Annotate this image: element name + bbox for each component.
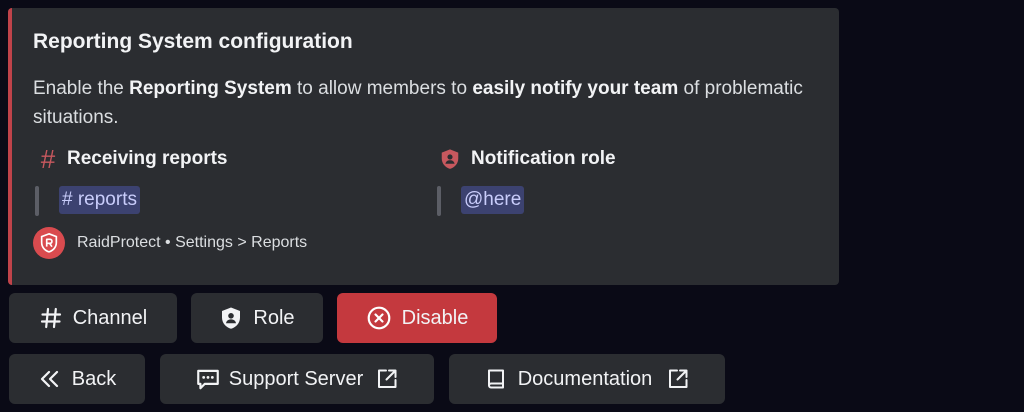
book-icon [487, 369, 504, 389]
hash-icon [40, 307, 61, 329]
channel-button[interactable]: Channel [9, 293, 177, 343]
shield-user-icon [441, 149, 459, 169]
quote-bar [35, 186, 39, 216]
external-link-icon [378, 369, 397, 388]
embed-card: Reporting System configuration Enable th… [8, 8, 839, 285]
message-icon [196, 369, 219, 390]
embed-accent-bar [8, 8, 12, 285]
field-value: @here [437, 186, 616, 216]
field-receiving-reports: # Receiving reports # reports [35, 146, 228, 216]
description-text: Enable the [33, 78, 130, 99]
shield-r-icon [40, 232, 58, 253]
documentation-button[interactable]: Documentation [449, 354, 725, 404]
button-label: Role [253, 306, 295, 329]
button-label: Disable [401, 306, 469, 329]
embed-footer: RaidProtect • Settings > Reports [33, 227, 307, 259]
hash-icon: # [40, 144, 56, 174]
field-notification-role: Notification role @here [437, 146, 616, 216]
footer-text: RaidProtect • Settings > Reports [77, 234, 308, 251]
description-text: to allow members to [291, 78, 473, 99]
chevrons-left-icon [40, 370, 58, 388]
back-button[interactable]: Back [9, 354, 145, 404]
field-name: Notification role [471, 148, 616, 169]
field-name-row: # Receiving reports [35, 146, 228, 172]
circle-x-icon [367, 306, 391, 330]
shield-user-icon [222, 307, 241, 329]
button-label: Channel [72, 306, 148, 329]
quote-bar [437, 186, 441, 216]
embed-title: Reporting System configuration [33, 30, 353, 53]
field-name: Receiving reports [67, 148, 228, 169]
support-server-button[interactable]: Support Server [160, 354, 434, 404]
button-label: Support Server [228, 367, 364, 390]
button-label: Documentation [517, 367, 653, 390]
button-label: Back [71, 367, 117, 390]
embed-description: Enable the Reporting System to allow mem… [33, 74, 813, 132]
role-button[interactable]: Role [191, 293, 323, 343]
field-name-row: Notification role [437, 146, 616, 172]
raidprotect-logo [33, 227, 65, 259]
description-bold-text: Reporting System [129, 78, 292, 99]
description-bold-text: easily notify your team [472, 78, 679, 99]
channel-mention[interactable]: # reports [59, 186, 140, 214]
role-mention[interactable]: @here [461, 186, 525, 214]
field-value: # reports [35, 186, 228, 216]
disable-button[interactable]: Disable [337, 293, 497, 343]
external-link-icon [669, 369, 688, 388]
